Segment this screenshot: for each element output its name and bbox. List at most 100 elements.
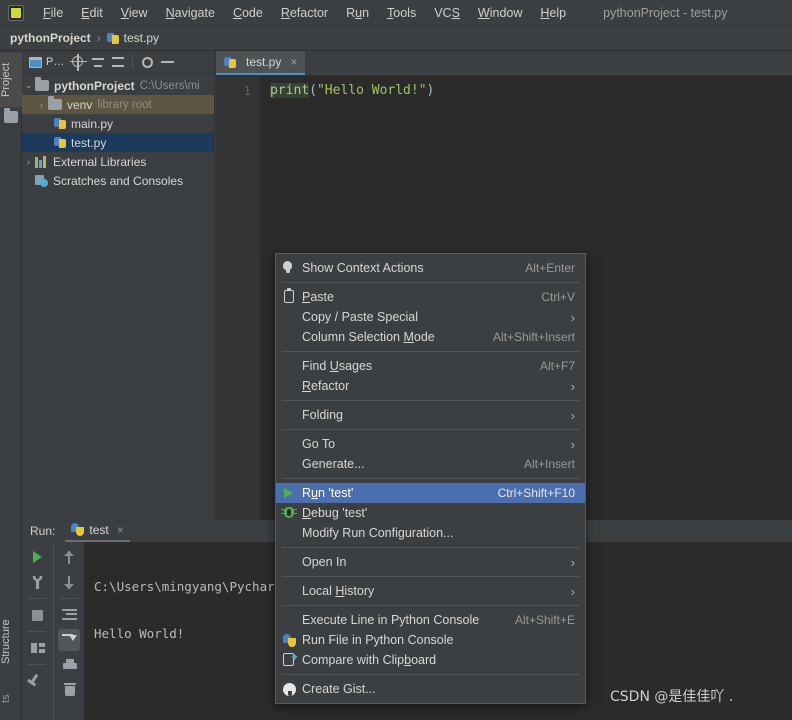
context-menu-item-copy-paste-special[interactable]: Copy / Paste Special › [276, 307, 585, 327]
menu-item-shortcut: Alt+Insert [523, 457, 575, 471]
menu-item-view[interactable]: View [112, 3, 157, 23]
target-icon[interactable] [68, 53, 88, 71]
chevron-right-icon[interactable]: › [22, 157, 35, 167]
chevron-right-icon: › [570, 554, 575, 570]
lightbulb-icon [276, 258, 302, 278]
chevron-right-icon: › [570, 309, 575, 325]
context-menu-item-create-gist[interactable]: Create Gist... [276, 679, 585, 699]
project-toolbar: P… [22, 51, 214, 74]
sidebar-tab-structure[interactable]: Structure [0, 611, 22, 673]
chevron-right-icon[interactable]: › [35, 100, 48, 110]
pin-icon[interactable] [26, 670, 48, 692]
chevron-right-icon: › [570, 583, 575, 599]
project-tree: ⌄ pythonProject C:\Users\mi › venv libra… [22, 74, 214, 190]
chevron-down-icon[interactable]: ⌄ [22, 80, 35, 91]
tree-item-pythonproject[interactable]: ⌄ pythonProject C:\Users\mi [22, 76, 214, 95]
breadcrumb-project[interactable]: pythonProject [10, 31, 91, 45]
context-menu-item-compare-with-clipboard[interactable]: Compare with Clipboard [276, 650, 585, 670]
close-icon[interactable]: × [117, 523, 124, 537]
context-menu-item-paste[interactable]: Paste Ctrl+V [276, 287, 585, 307]
menu-separator [282, 282, 579, 283]
tree-item-main-py[interactable]: main.py [22, 114, 214, 133]
collapse-all-icon[interactable] [108, 53, 128, 71]
arrow-up-icon[interactable] [58, 546, 80, 568]
menu-item-run[interactable]: Run [337, 3, 378, 23]
menu-item-label: Paste [302, 290, 334, 304]
menu-icon-placeholder [276, 405, 302, 425]
menu-separator [282, 351, 579, 352]
sidebar-tab-project[interactable]: Project [0, 53, 22, 107]
tree-item-scratches[interactable]: Scratches and Consoles [22, 171, 214, 190]
context-menu-item-run-test[interactable]: Run 'test' Ctrl+Shift+F10 [276, 483, 585, 503]
tree-item-external-libraries[interactable]: › External Libraries [22, 152, 214, 171]
menu-item-help[interactable]: Help [531, 3, 575, 23]
menu-item-label: Find Usages [302, 359, 373, 373]
context-menu-item-modify-run-configuration[interactable]: Modify Run Configuration... [276, 523, 585, 543]
scratches-icon [35, 174, 48, 187]
menu-item-navigate[interactable]: Navigate [157, 3, 224, 23]
close-icon[interactable]: × [290, 55, 297, 69]
rerun-icon[interactable] [26, 546, 48, 568]
expand-all-icon[interactable] [88, 53, 108, 71]
menu-item-label: Modify Run Configuration... [302, 526, 454, 540]
breadcrumb: pythonProject › test.py [0, 26, 792, 51]
soft-wrap-icon[interactable] [58, 604, 80, 626]
context-menu-item-local-history[interactable]: Local History › [276, 581, 585, 601]
context-menu-item-generate[interactable]: Generate... Alt+Insert [276, 454, 585, 474]
menu-item-shortcut: Alt+Shift+E [514, 613, 575, 627]
context-menu-item-run-file-in-python-console[interactable]: Run File in Python Console [276, 630, 585, 650]
print-icon[interactable] [58, 654, 80, 676]
sidebar-tab-scratches[interactable]: ts [0, 679, 22, 719]
menu-item-edit[interactable]: Edit [72, 3, 112, 23]
context-menu-item-go-to[interactable]: Go To › [276, 434, 585, 454]
menu-item-code[interactable]: Code [224, 3, 272, 23]
run-left-toolbar [22, 542, 52, 720]
context-menu-item-open-in[interactable]: Open In › [276, 552, 585, 572]
pycharm-logo-icon [8, 4, 24, 21]
breadcrumb-file[interactable]: test.py [124, 31, 159, 45]
settings-wrench-icon[interactable] [26, 571, 48, 593]
menu-item-label: Copy / Paste Special [302, 310, 419, 324]
context-menu-item-folding[interactable]: Folding › [276, 405, 585, 425]
menu-item-vcs[interactable]: VCS [425, 3, 469, 23]
toolbar-divider [59, 598, 78, 599]
layout-icon[interactable] [26, 637, 48, 659]
context-menu-item-execute-line-in-python-console[interactable]: Execute Line in Python Console Alt+Shift+… [276, 610, 585, 630]
menu-icon-placeholder [276, 327, 302, 347]
context-menu-item-column-selection-mode[interactable]: Column Selection Mode Alt+Shift+Insert [276, 327, 585, 347]
menu-item-window[interactable]: Window [469, 3, 531, 23]
window-icon[interactable] [26, 53, 46, 71]
menu-separator [282, 674, 579, 675]
context-menu-item-refactor[interactable]: Refactor › [276, 376, 585, 396]
run-tab-test[interactable]: test × [65, 521, 130, 542]
debug-icon [276, 503, 302, 523]
libraries-icon [35, 155, 48, 168]
context-menu-item-debug-test[interactable]: Debug 'test' [276, 503, 585, 523]
tree-item-test-py[interactable]: test.py [22, 133, 214, 152]
folder-icon[interactable] [4, 108, 18, 123]
context-menu-item-find-usages[interactable]: Find Usages Alt+F7 [276, 356, 585, 376]
python-file-icon [106, 32, 120, 45]
menu-icon-placeholder [276, 581, 302, 601]
breadcrumb-separator: › [96, 31, 101, 45]
editor-tab-test-py[interactable]: test.py × [216, 51, 306, 75]
context-menu-item-show-context-actions[interactable]: Show Context Actions Alt+Enter [276, 258, 585, 278]
pycharm-window: File Edit View Navigate Code Refactor Ru… [0, 0, 792, 720]
scroll-to-end-icon[interactable] [57, 629, 80, 651]
minimize-icon[interactable] [157, 53, 177, 71]
menu-item-label: Run 'test' [302, 486, 354, 500]
arrow-down-icon[interactable] [58, 571, 80, 593]
menu-item-label: Column Selection Mode [302, 330, 435, 344]
menu-item-file[interactable]: File [34, 3, 72, 23]
run-panel-title: Run: [30, 524, 56, 538]
menu-item-refactor[interactable]: Refactor [272, 3, 337, 23]
tree-item-venv[interactable]: › venv library root [22, 95, 214, 114]
menu-item-label: Compare with Clipboard [302, 653, 437, 667]
folder-icon [48, 96, 62, 110]
stop-icon[interactable] [26, 604, 48, 626]
gear-icon[interactable] [137, 53, 157, 71]
editor-tab-bar: test.py × [216, 51, 792, 76]
menu-item-tools[interactable]: Tools [378, 3, 425, 23]
trash-icon[interactable] [58, 679, 80, 701]
run-icon [276, 483, 302, 503]
